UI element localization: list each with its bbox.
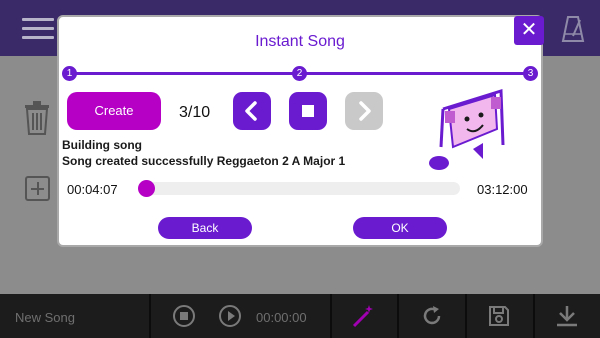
toolbar-divider — [465, 294, 467, 338]
instant-song-dialog: Instant Song ✕ 1 2 3 Create 3/10 Buildin… — [57, 15, 544, 247]
seek-bar[interactable] — [138, 180, 460, 197]
close-button[interactable]: ✕ — [514, 16, 544, 45]
song-name[interactable]: New Song — [15, 310, 75, 325]
metronome-icon[interactable] — [560, 14, 586, 44]
stop-circle-icon[interactable] — [172, 304, 196, 328]
song-counter: 3/10 — [179, 104, 211, 121]
stop-button[interactable] — [289, 92, 327, 130]
toolbar-divider — [330, 294, 332, 338]
previous-button[interactable] — [233, 92, 271, 130]
previous-icon — [245, 101, 257, 121]
bottom-toolbar: New Song 00:00:00 — [0, 294, 600, 338]
toolbar-divider — [533, 294, 535, 338]
download-icon[interactable] — [555, 304, 579, 328]
close-icon: ✕ — [520, 19, 538, 41]
dialog-title: Instant Song — [255, 33, 345, 50]
total-time: 03:12:00 — [477, 182, 528, 197]
toolbar-divider — [149, 294, 151, 338]
step-2-indicator: 2 — [292, 66, 307, 81]
magic-wand-icon[interactable] — [351, 304, 375, 328]
next-button[interactable] — [345, 92, 383, 130]
ok-button[interactable]: OK — [353, 217, 447, 239]
toolbar-divider — [397, 294, 399, 338]
music-note-character-icon — [429, 88, 505, 170]
step-1-indicator: 1 — [62, 66, 77, 81]
elapsed-time: 00:04:07 — [67, 182, 118, 197]
seek-thumb[interactable] — [138, 180, 155, 197]
play-circle-icon[interactable] — [218, 304, 242, 328]
stop-icon — [302, 105, 314, 117]
back-button[interactable]: Back — [158, 217, 252, 239]
log-line: Building song — [62, 138, 142, 152]
add-box-icon[interactable] — [25, 176, 50, 201]
playback-time: 00:00:00 — [256, 310, 307, 325]
create-button[interactable]: Create — [67, 92, 161, 130]
next-icon — [359, 101, 371, 121]
save-icon[interactable] — [487, 304, 511, 328]
refresh-icon[interactable] — [420, 304, 444, 328]
menu-icon[interactable] — [22, 18, 54, 40]
trash-icon[interactable] — [24, 101, 50, 135]
log-line: Song created successfully Reggaeton 2 A … — [62, 154, 346, 168]
step-3-indicator: 3 — [523, 66, 538, 81]
